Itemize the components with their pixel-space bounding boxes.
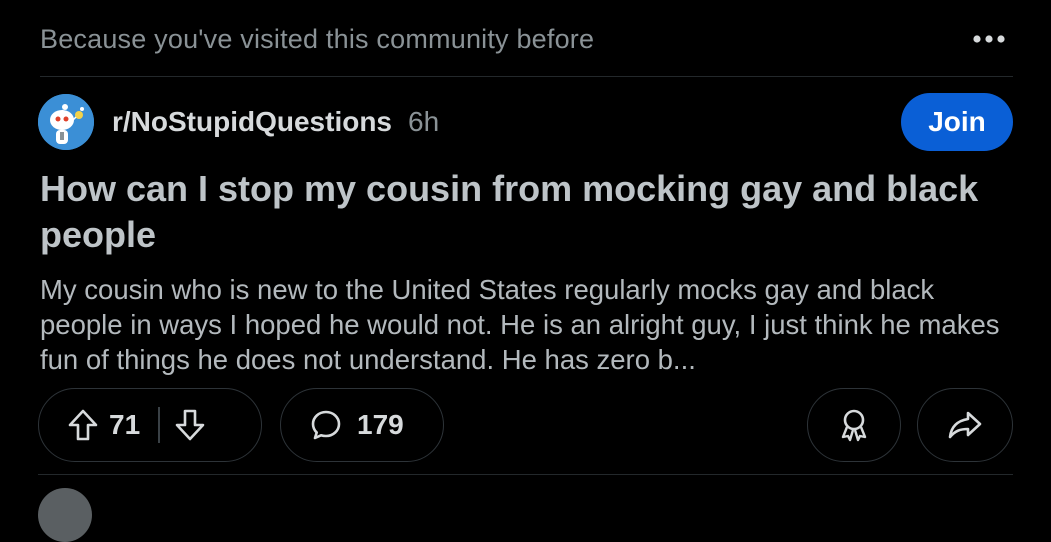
subreddit-name[interactable]: r/NoStupidQuestions [112, 106, 392, 138]
downvote-button[interactable] [174, 408, 206, 442]
post-actions: 71 179 [38, 388, 1013, 464]
post-title[interactable]: How can I stop my cousin from mocking ga… [40, 166, 1000, 258]
vote-control: 71 [38, 388, 262, 462]
bottom-divider [38, 474, 1013, 475]
recommendation-context: Because you've visited this community be… [40, 18, 1011, 60]
share-button[interactable] [917, 388, 1013, 462]
snoo-mascot-icon [38, 94, 94, 150]
recommendation-reason: Because you've visited this community be… [40, 23, 595, 54]
more-horizontal-icon [973, 35, 1005, 43]
subreddit-avatar[interactable] [38, 94, 94, 150]
award-button[interactable] [807, 388, 901, 462]
share-arrow-icon [948, 411, 982, 439]
vote-separator [158, 407, 160, 443]
comments-button[interactable]: 179 [280, 388, 444, 462]
award-icon [841, 409, 867, 442]
next-post-avatar[interactable] [38, 488, 92, 542]
join-button[interactable]: Join [901, 93, 1013, 151]
more-options-button[interactable] [967, 22, 1011, 56]
upvote-button[interactable] [67, 408, 99, 442]
upvote-arrow-icon [68, 409, 98, 441]
vote-count: 71 [109, 409, 141, 440]
comment-count: 179 [357, 409, 404, 440]
downvote-arrow-icon [175, 409, 204, 441]
post-age: 6h [408, 106, 440, 137]
top-divider [40, 76, 1013, 77]
post-header: r/NoStupidQuestions 6h Join [38, 93, 1013, 151]
comment-bubble-icon [309, 408, 343, 442]
post-body-preview[interactable]: My cousin who is new to the United State… [40, 272, 1020, 377]
